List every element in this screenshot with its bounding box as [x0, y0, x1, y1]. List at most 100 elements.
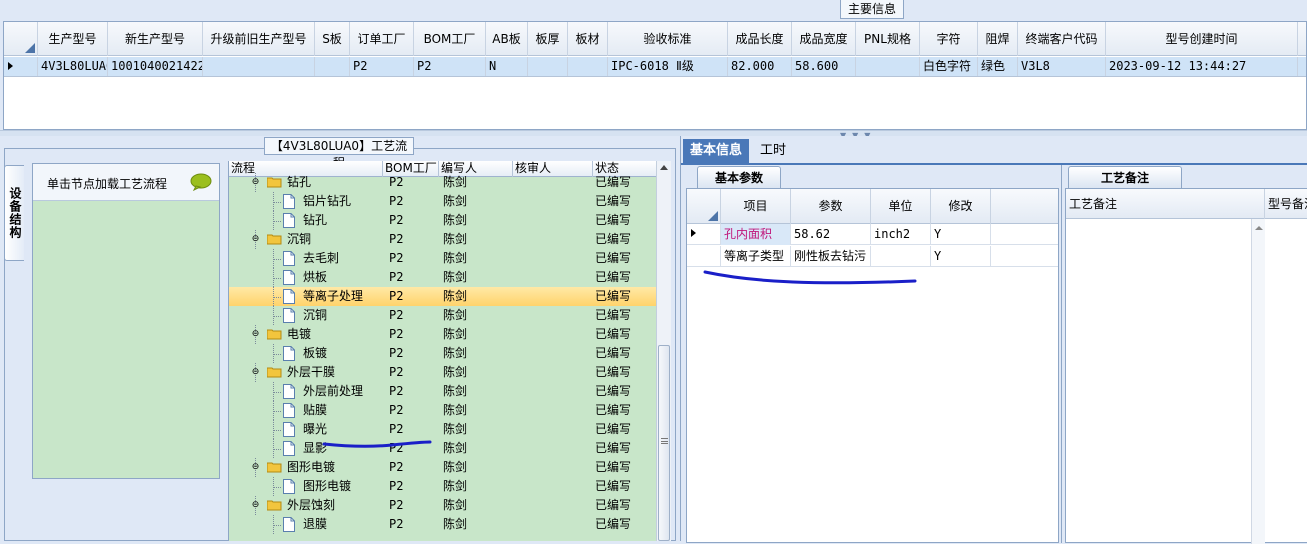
cell-writer[interactable]: 陈剑	[443, 306, 467, 325]
cell-bom-factory[interactable]: P2	[389, 325, 403, 344]
collapse-icon[interactable]: ⊖	[251, 235, 260, 245]
col-header-unit[interactable]: 单位	[871, 189, 931, 224]
col-header-param[interactable]: 参数	[791, 189, 871, 224]
cell-writer[interactable]: 陈剑	[443, 515, 467, 534]
table-row[interactable]: 孔内面积 58.62 inch2 Y	[687, 224, 1058, 245]
table-row[interactable]: 钻孔 P2 陈剑 已编写	[229, 211, 656, 230]
cell-status[interactable]: 已编写	[595, 458, 631, 477]
cell-status[interactable]: 已编写	[595, 439, 631, 458]
collapse-icon[interactable]: ⊖	[251, 368, 260, 378]
cell-flow[interactable]: 图形电镀	[287, 458, 335, 477]
table-row[interactable]: ⊖ 外层蚀刻 P2 陈剑 已编写	[229, 496, 656, 515]
cell-s-board[interactable]	[315, 57, 350, 76]
cell-writer[interactable]: 陈剑	[443, 401, 467, 420]
cell-bom-factory[interactable]: P2	[389, 477, 403, 496]
cell-flow[interactable]: 外层干膜	[287, 363, 335, 382]
table-row[interactable]: ⊖ 钻孔 P2 陈剑 已编写	[229, 173, 656, 192]
row-indicator[interactable]	[4, 57, 38, 76]
col-header-width[interactable]: 成品宽度	[792, 22, 856, 56]
cell-writer[interactable]: 陈剑	[443, 249, 467, 268]
cell-writer[interactable]: 陈剑	[443, 458, 467, 477]
cell-status[interactable]: 已编写	[595, 249, 631, 268]
cell-param[interactable]: 58.62	[791, 224, 871, 245]
col-header-customer-code[interactable]: 终端客户代码	[1018, 22, 1106, 56]
tab-equipment-structure[interactable]: 设备结构	[4, 165, 24, 261]
table-row[interactable]: 曝光 P2 陈剑 已编写	[229, 420, 656, 439]
cell-material[interactable]	[568, 57, 608, 76]
col-header-item[interactable]: 项目	[721, 189, 791, 224]
scrollbar-thumb[interactable]	[658, 345, 670, 541]
cell-unit[interactable]	[871, 246, 931, 267]
col-header-modify[interactable]: 修改	[931, 189, 991, 224]
cell-flow[interactable]: 退膜	[303, 515, 327, 534]
cell-writer[interactable]: 陈剑	[443, 344, 467, 363]
table-row[interactable]: 等离子类型 刚性板去钻污 Y	[687, 246, 1058, 267]
tab-basic-info[interactable]: 基本信息	[683, 139, 750, 163]
col-header-model[interactable]: 生产型号	[38, 22, 108, 56]
cell-status[interactable]: 已编写	[595, 192, 631, 211]
cell-new-model[interactable]: 10010400214220	[108, 57, 203, 76]
cell-bom-factory[interactable]: P2	[389, 382, 403, 401]
col-header-material[interactable]: 板材	[568, 22, 608, 56]
cell-writer[interactable]: 陈剑	[443, 268, 467, 287]
cell-flow[interactable]: 外层前处理	[303, 382, 363, 401]
cell-item[interactable]: 等离子类型	[721, 246, 791, 267]
cell-width[interactable]: 58.600	[792, 57, 856, 76]
table-row[interactable]: ⊖ 图形电镀 P2 陈剑 已编写	[229, 458, 656, 477]
cell-length[interactable]: 82.000	[728, 57, 792, 76]
cell-customer-code[interactable]: V3L8	[1018, 57, 1106, 76]
table-row[interactable]: 外层前处理 P2 陈剑 已编写	[229, 382, 656, 401]
row-indicator[interactable]	[687, 246, 721, 267]
col-header-order-factory[interactable]: 订单工厂	[350, 22, 414, 56]
cell-bom-factory[interactable]: P2	[389, 268, 403, 287]
cell-status[interactable]: 已编写	[595, 496, 631, 515]
cell-status[interactable]: 已编写	[595, 211, 631, 230]
cell-standard[interactable]: IPC-6018 Ⅱ级	[608, 57, 728, 76]
col-header-old-model[interactable]: 升级前旧生产型号	[203, 22, 315, 56]
cell-flow[interactable]: 图形电镀	[303, 477, 351, 496]
cell-status[interactable]: 已编写	[595, 344, 631, 363]
table-row[interactable]: 等离子处理 P2 陈剑 已编写	[229, 287, 656, 306]
cell-writer[interactable]: 陈剑	[443, 230, 467, 249]
cell-writer[interactable]: 陈剑	[443, 287, 467, 306]
table-row[interactable]: 显影 P2 陈剑 已编写	[229, 439, 656, 458]
cell-flow[interactable]: 电镀	[287, 325, 311, 344]
cell-bom-factory[interactable]: P2	[389, 458, 403, 477]
table-row[interactable]: 退膜 P2 陈剑 已编写	[229, 515, 656, 534]
col-header-length[interactable]: 成品长度	[728, 22, 792, 56]
cell-thickness[interactable]	[528, 57, 568, 76]
cell-flow[interactable]: 板镀	[303, 344, 327, 363]
table-row[interactable]: 图形电镀 P2 陈剑 已编写	[229, 477, 656, 496]
cell-status[interactable]: 已编写	[595, 230, 631, 249]
cell-flow[interactable]: 烘板	[303, 268, 327, 287]
cell-modify[interactable]: Y	[931, 224, 991, 245]
cell-created[interactable]: 2023-09-12 13:44:27	[1106, 57, 1298, 76]
cell-writer[interactable]: 陈剑	[443, 382, 467, 401]
cell-flow[interactable]: 去毛刺	[303, 249, 339, 268]
cell-writer[interactable]: 陈剑	[443, 496, 467, 515]
notes-scrollbar[interactable]	[1251, 219, 1265, 544]
cell-char[interactable]: 白色字符	[920, 57, 978, 76]
cell-status[interactable]: 已编写	[595, 382, 631, 401]
cell-writer[interactable]: 陈剑	[443, 173, 467, 192]
table-row[interactable]: ⊖ 外层干膜 P2 陈剑 已编写	[229, 363, 656, 382]
cell-status[interactable]: 已编写	[595, 268, 631, 287]
cell-status[interactable]: 已编写	[595, 515, 631, 534]
flow-scrollbar[interactable]	[656, 161, 671, 541]
scroll-up-arrow-icon[interactable]	[1255, 226, 1263, 230]
cell-status[interactable]: 已编写	[595, 401, 631, 420]
cell-bom-factory[interactable]: P2	[389, 230, 403, 249]
table-row[interactable]: 去毛刺 P2 陈剑 已编写	[229, 249, 656, 268]
cell-writer[interactable]: 陈剑	[443, 420, 467, 439]
tab-work-hours[interactable]: 工时	[753, 139, 793, 163]
cell-flow[interactable]: 沉铜	[287, 230, 311, 249]
cell-modify[interactable]: Y	[931, 246, 991, 267]
cell-status[interactable]: 已编写	[595, 173, 631, 192]
cell-status[interactable]: 已编写	[595, 287, 631, 306]
table-row[interactable]: 4V3L80LUA0 10010400214220 P2 P2 N IPC-60…	[4, 57, 1306, 77]
col-header-ab-board[interactable]: AB板	[486, 22, 528, 56]
cell-writer[interactable]: 陈剑	[443, 325, 467, 344]
row-selector-corner[interactable]	[4, 22, 38, 56]
speech-bubble-icon[interactable]	[190, 173, 212, 191]
col-header-bom-factory[interactable]: BOM工厂	[414, 22, 486, 56]
